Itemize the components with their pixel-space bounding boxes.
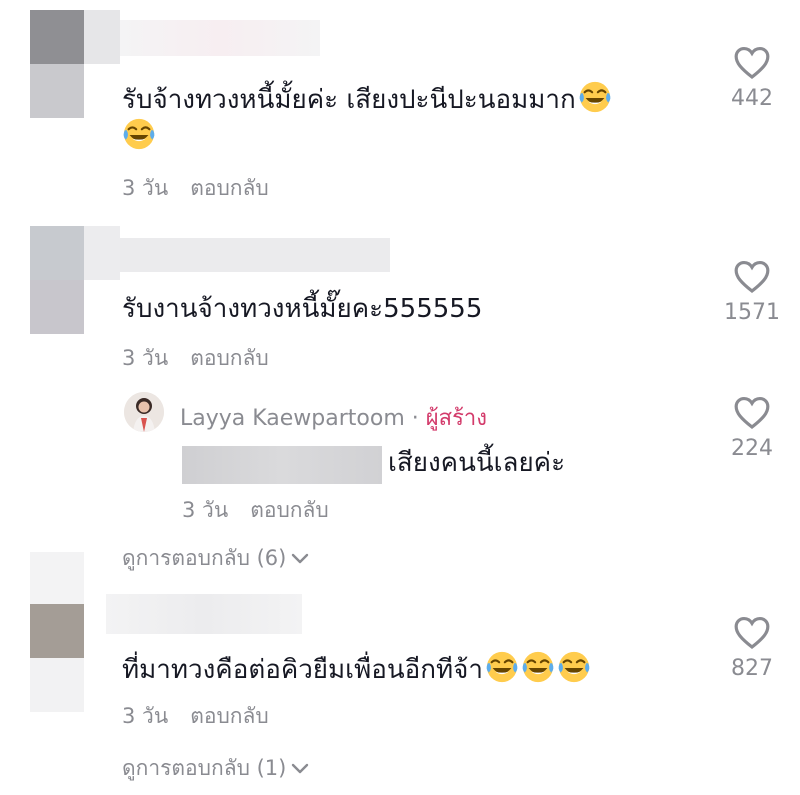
heart-icon [734, 616, 770, 650]
timestamp: 3 วัน [122, 176, 169, 200]
like-count: 224 [731, 436, 773, 461]
reply-text: เสียงคนนี้เลยค่ะ [388, 448, 566, 478]
timestamp: 3 วัน [182, 498, 229, 522]
face-with-tears-of-joy-emoji [485, 650, 519, 684]
author-name[interactable]: Layya Kaewpartoom [180, 406, 405, 431]
separator: · [411, 406, 419, 431]
like-button[interactable]: 442 [717, 44, 787, 111]
reply-meta: 3 วัน ตอบกลับ [182, 494, 329, 527]
avatar[interactable] [30, 10, 84, 64]
mention-blur [182, 446, 382, 484]
comment-meta: 3 วัน ตอบกลับ [122, 700, 269, 733]
view-replies-button[interactable]: ดูการตอบกลับ (1) [122, 752, 310, 785]
reply-button[interactable]: ตอบกลับ [190, 346, 269, 370]
chevron-down-icon [292, 763, 309, 774]
view-replies-label: ดูการตอบกลับ (6) [122, 546, 287, 570]
reply-author-line: Layya Kaewpartoom · ผู้สร้าง [180, 400, 487, 435]
face-with-tears-of-joy-emoji [578, 80, 612, 114]
chevron-down-icon [292, 553, 309, 564]
comment-meta: 3 วัน ตอบกลับ [122, 172, 269, 205]
timestamp: 3 วัน [122, 704, 169, 728]
username-blur [84, 226, 120, 280]
reply-button[interactable]: ตอบกลับ [190, 176, 269, 200]
username-blur [120, 20, 320, 56]
like-button[interactable]: 1571 [717, 258, 787, 325]
comment-text: ที่มาทวงคือต่อคิวยืมเพื่อนอีกทีจ้า [122, 650, 591, 687]
avatar-blur [30, 552, 84, 604]
avatar-blur [30, 280, 84, 334]
reply-button[interactable]: ตอบกลับ [190, 704, 269, 728]
creator-badge: ผู้สร้าง [425, 406, 488, 431]
avatar-blur [30, 658, 84, 712]
heart-icon [734, 396, 770, 430]
like-button[interactable]: 827 [717, 614, 787, 681]
like-count: 827 [731, 656, 773, 681]
like-count: 1571 [724, 300, 780, 325]
username-blur [106, 594, 302, 634]
avatar[interactable] [30, 226, 84, 280]
like-count: 442 [731, 86, 773, 111]
view-replies-label: ดูการตอบกลับ (1) [122, 756, 287, 780]
comment-text: รับจ้างทวงหนี้มั้ยค่ะ เสียงปะนีปะนอมมาก [122, 80, 612, 154]
username-blur [120, 238, 390, 272]
heart-icon [734, 260, 770, 294]
reply-button[interactable]: ตอบกลับ [250, 498, 329, 522]
face-with-tears-of-joy-emoji [521, 650, 555, 684]
username-blur [84, 10, 120, 64]
like-button[interactable]: 224 [717, 394, 787, 461]
face-with-tears-of-joy-emoji [557, 650, 591, 684]
creator-avatar[interactable] [124, 392, 164, 432]
comment-text: รับงานจ้างทวงหนี้มั๊ยคะ555555 [122, 294, 483, 324]
comment-meta: 3 วัน ตอบกลับ [122, 342, 269, 375]
face-with-tears-of-joy-emoji [122, 117, 156, 151]
avatar-blur [30, 64, 84, 118]
timestamp: 3 วัน [122, 346, 169, 370]
view-replies-button[interactable]: ดูการตอบกลับ (6) [122, 542, 310, 575]
avatar[interactable] [30, 604, 84, 658]
person-avatar-icon [124, 392, 164, 432]
heart-icon [734, 46, 770, 80]
